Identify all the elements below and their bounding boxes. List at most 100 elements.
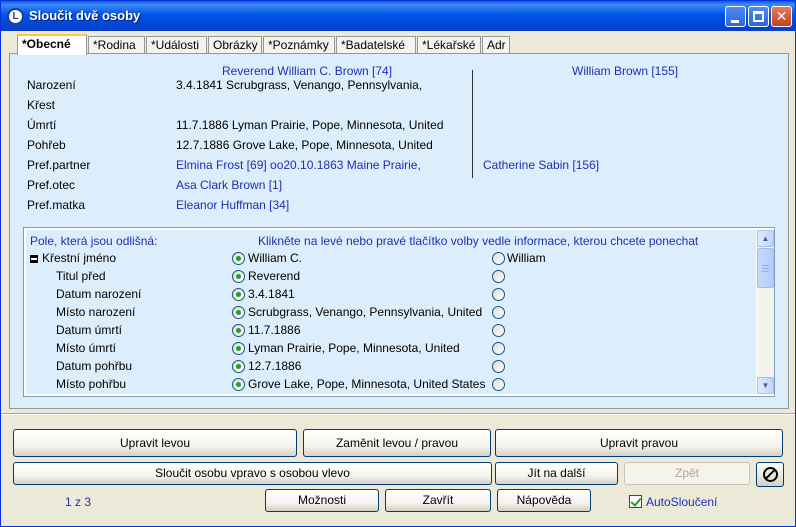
differences-list: Pole, která jsou odlišná: Klikněte na le… xyxy=(23,227,775,397)
keep-right-radio[interactable] xyxy=(492,324,505,337)
swap-button[interactable]: Zaměnit levou / pravou xyxy=(303,429,491,457)
pref-mother-left-link[interactable]: Eleanor Huffman [34] xyxy=(176,198,289,212)
edit-left-button[interactable]: Upravit levou xyxy=(13,429,297,457)
tab-general[interactable]: *Obecné xyxy=(17,34,87,55)
grip-line xyxy=(762,265,769,266)
birth-left-value: 3.4.1841 Scrubgrass, Venango, Pennsylvan… xyxy=(176,78,423,92)
keep-right-radio[interactable] xyxy=(492,288,505,301)
diff-label: Datum úmrtí xyxy=(56,323,123,337)
pref-partner-label: Pref.partner xyxy=(27,158,91,172)
column-divider xyxy=(472,70,473,178)
differences-content: Pole, která jsou odlišná: Klikněte na le… xyxy=(26,230,756,394)
tab-notes[interactable]: *Poznámky xyxy=(263,36,335,54)
keep-left-radio[interactable] xyxy=(232,306,245,319)
diff-row: Titul před Reverend xyxy=(26,268,756,285)
diff-left-value: Reverend xyxy=(248,269,301,283)
tab-events[interactable]: *Události xyxy=(146,36,207,54)
keep-right-radio[interactable] xyxy=(492,342,505,355)
grip-line xyxy=(762,268,769,269)
baptism-label: Křest xyxy=(27,98,56,112)
birth-label: Narození xyxy=(27,78,76,92)
keep-right-radio[interactable] xyxy=(492,360,505,373)
death-left-value: 11.7.1886 Lyman Prairie, Pope, Minnesota… xyxy=(176,118,444,132)
pref-partner-right-link[interactable]: Catherine Sabin [156] xyxy=(483,158,599,172)
diff-row: Místo pohřbu Grove Lake, Pope, Minnesota… xyxy=(26,376,756,393)
tab-research[interactable]: *Badatelské xyxy=(336,36,416,54)
auto-merge-checkbox[interactable] xyxy=(629,495,642,508)
pref-partner-left-link[interactable]: Elmina Frost [69] oo20.10.1863 Maine Pra… xyxy=(176,158,421,172)
app-icon: L xyxy=(7,8,24,25)
tab-family[interactable]: *Rodina xyxy=(88,36,145,54)
diff-row: Datum pohřbu 12.7.1886 xyxy=(26,358,756,375)
tab-pictures[interactable]: Obrázky xyxy=(208,36,262,54)
tab-address[interactable]: Adr xyxy=(482,36,510,54)
diff-row: Křestní jméno William C. William xyxy=(26,250,756,267)
scroll-down-button[interactable]: ▼ xyxy=(757,377,774,394)
merge-dialog: L Sloučit dvě osoby ✕ *Obecné *Rodina *U… xyxy=(0,0,796,527)
auto-merge-label[interactable]: AutoSloučení xyxy=(646,495,717,509)
general-tab-panel: Reverend William C. Brown [74] William B… xyxy=(9,53,789,409)
close-window-button[interactable]: ✕ xyxy=(771,6,792,27)
minimize-button[interactable] xyxy=(725,6,746,27)
back-button[interactable]: Zpět xyxy=(624,462,750,485)
diff-row: Datum narození 3.4.1841 xyxy=(26,286,756,303)
diff-label: Místo narození xyxy=(56,305,136,319)
keep-right-radio[interactable] xyxy=(492,270,505,283)
keep-left-radio[interactable] xyxy=(232,378,245,391)
diff-label: Titul před xyxy=(56,269,106,283)
divider xyxy=(1,413,795,415)
differences-instructions: Klikněte na levé nebo pravé tlačítko vol… xyxy=(258,234,699,248)
keep-left-radio[interactable] xyxy=(232,288,245,301)
window-title: Sloučit dvě osoby xyxy=(29,8,141,23)
page-indicator: 1 z 3 xyxy=(65,495,92,509)
diff-label: Datum pohřbu xyxy=(56,359,133,373)
maximize-icon xyxy=(753,11,764,22)
scroll-thumb[interactable] xyxy=(757,248,774,288)
keep-right-radio[interactable] xyxy=(492,252,505,265)
maximize-button[interactable] xyxy=(748,6,769,27)
title-bar[interactable]: L Sloučit dvě osoby ✕ xyxy=(1,1,795,31)
diff-label: Místo úmrtí xyxy=(56,341,117,355)
diff-left-value: Scrubgrass, Venango, Pennsylvania, Unite… xyxy=(248,305,483,319)
keep-left-radio[interactable] xyxy=(232,360,245,373)
scroll-up-button[interactable]: ▲ xyxy=(757,230,774,247)
diff-left-value: 12.7.1886 xyxy=(248,359,302,373)
diff-right-value: William xyxy=(507,251,546,265)
pref-father-label: Pref.otec xyxy=(27,178,76,192)
keep-right-radio[interactable] xyxy=(492,378,505,391)
close-icon: ✕ xyxy=(775,8,788,24)
chevron-up-icon: ▲ xyxy=(761,234,770,243)
options-button[interactable]: Možnosti xyxy=(265,489,379,512)
diff-left-value: Lyman Prairie, Pope, Minnesota, United xyxy=(248,341,460,355)
keep-left-radio[interactable] xyxy=(232,270,245,283)
help-button[interactable]: Nápověda xyxy=(497,489,591,512)
tab-medical[interactable]: *Lékařské xyxy=(417,36,481,54)
death-label: Úmrtí xyxy=(27,118,57,132)
chevron-down-icon: ▼ xyxy=(761,381,770,390)
diff-label: Křestní jméno xyxy=(42,251,117,265)
burial-label: Pohřeb xyxy=(27,138,66,152)
diff-left-value: William C. xyxy=(248,251,302,265)
left-person-header[interactable]: Reverend William C. Brown [74] xyxy=(222,64,392,78)
merge-button[interactable]: Sloučit osobu vpravo s osobou vlevo xyxy=(13,462,492,485)
diff-label: Datum narození xyxy=(56,287,142,301)
keep-left-radio[interactable] xyxy=(232,324,245,337)
stop-button[interactable] xyxy=(756,462,784,487)
edit-right-button[interactable]: Upravit pravou xyxy=(495,429,783,457)
keep-right-radio[interactable] xyxy=(492,306,505,319)
grip-line xyxy=(762,271,769,272)
right-person-header[interactable]: William Brown [155] xyxy=(572,64,678,78)
pref-father-left-link[interactable]: Asa Clark Brown [1] xyxy=(176,178,282,192)
diff-row: Místo úmrtí Lyman Prairie, Pope, Minneso… xyxy=(26,340,756,357)
diff-row: Datum úmrtí 11.7.1886 xyxy=(26,322,756,339)
close-button[interactable]: Zavřít xyxy=(385,489,491,512)
next-button[interactable]: Jít na další xyxy=(495,462,618,485)
keep-left-radio[interactable] xyxy=(232,342,245,355)
minimize-icon xyxy=(731,20,739,23)
keep-left-radio[interactable] xyxy=(232,252,245,265)
collapse-icon[interactable] xyxy=(30,255,38,263)
diff-label: Místo pohřbu xyxy=(56,377,127,391)
diff-left-value: Grove Lake, Pope, Minnesota, United Stat… xyxy=(248,377,486,391)
differences-scrollbar[interactable]: ▲ ▼ xyxy=(757,230,774,394)
pref-mother-label: Pref.matka xyxy=(27,198,86,212)
